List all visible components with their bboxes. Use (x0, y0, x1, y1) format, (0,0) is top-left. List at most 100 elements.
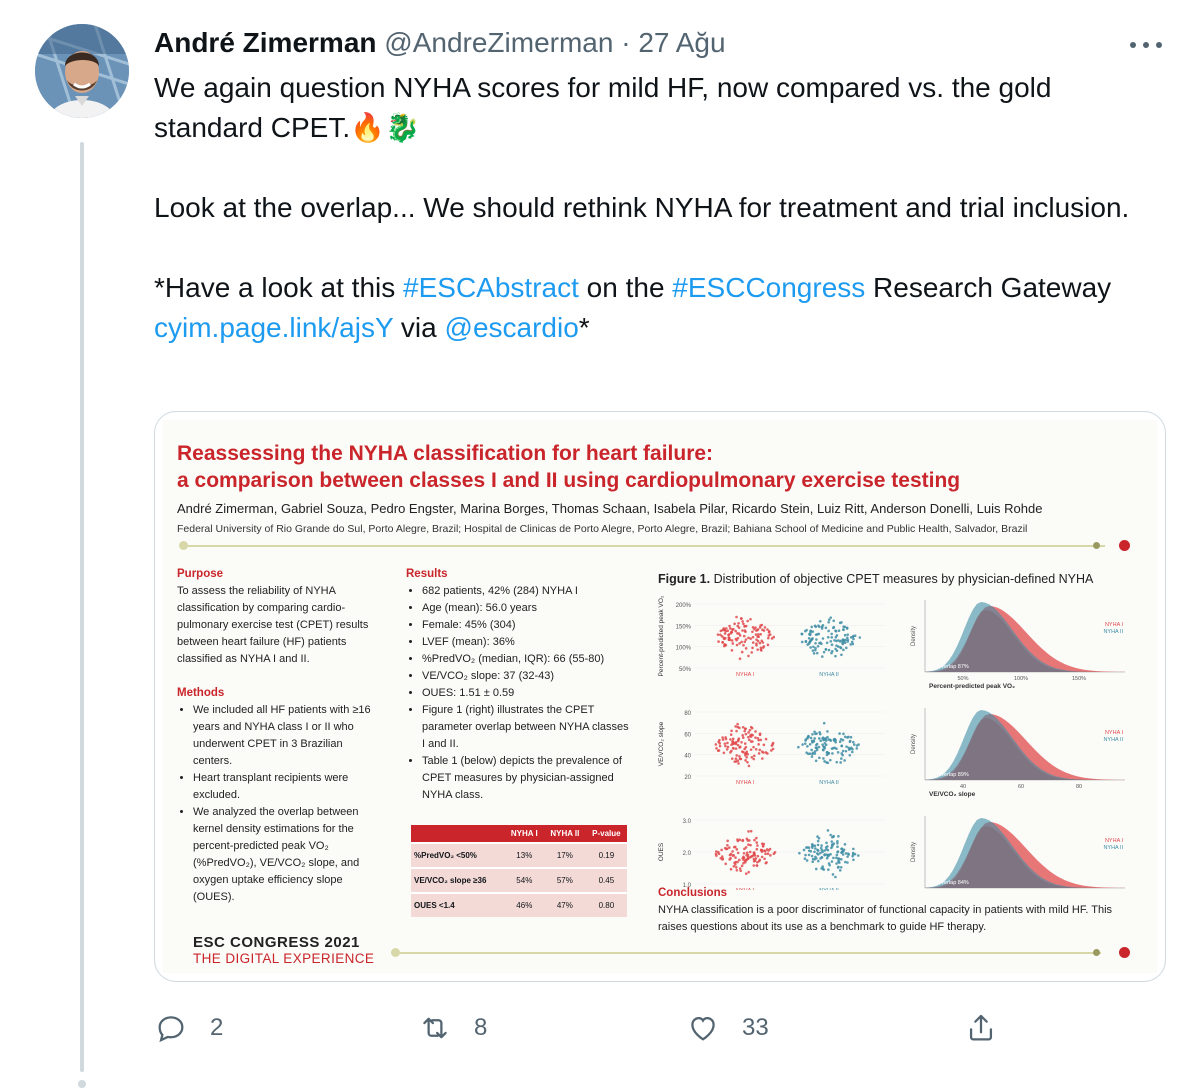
swarm-point-nyha1 (729, 867, 733, 871)
swarm-y-tick: 150% (676, 624, 692, 630)
swarm-point-nyha2 (814, 732, 817, 736)
swarm-point-nyha1 (762, 629, 766, 632)
swarm-point-nyha2 (826, 845, 829, 848)
swarm-point-nyha1 (738, 867, 742, 870)
swarm-point-nyha2 (813, 844, 817, 848)
swarm-point-nyha2 (831, 835, 834, 839)
retweet-button[interactable]: 8 (418, 1008, 487, 1048)
swarm-point-nyha1 (743, 742, 747, 745)
swarm-point-nyha1 (735, 643, 739, 647)
swarm-point-nyha1 (736, 739, 740, 743)
swarm-point-nyha1 (735, 866, 738, 869)
avatar[interactable] (35, 24, 129, 118)
swarm-point-nyha2 (818, 641, 821, 645)
share-button[interactable] (964, 1008, 998, 1048)
tweet-paragraph-2: Look at the overlap... We should rethink… (154, 192, 1130, 223)
swarm-point-nyha2 (849, 643, 853, 646)
swarm-point-nyha1 (751, 635, 755, 639)
swarm-point-nyha2 (851, 854, 854, 858)
purpose-section: Purpose To assess the reliability of NYH… (177, 566, 383, 668)
author-name[interactable]: André Zimerman (154, 27, 377, 58)
swarm-point-nyha1 (724, 744, 727, 748)
swarm-point-nyha1 (754, 730, 757, 733)
swarm-point-nyha1 (732, 747, 735, 750)
more-options-icon[interactable] (1128, 36, 1164, 56)
hashtag-esccongress[interactable]: #ESCCongress (672, 272, 865, 303)
swarm-point-nyha1 (758, 748, 762, 752)
external-link[interactable]: cyim.page.link/ajsY (154, 312, 393, 343)
swarm-point-nyha1 (734, 863, 737, 866)
like-button[interactable]: 33 (686, 1008, 769, 1048)
swarm-point-nyha1 (736, 759, 740, 763)
reply-button[interactable]: 2 (154, 1008, 223, 1048)
swarm-point-nyha1 (735, 729, 738, 733)
reply-count: 2 (210, 1014, 224, 1041)
swarm-point-nyha1 (766, 643, 770, 647)
swarm-point-nyha1 (755, 643, 758, 647)
swarm-point-nyha1 (747, 731, 750, 734)
swarm-point-nyha1 (754, 633, 758, 636)
tweet-text: We again question NYHA scores for mild H… (154, 68, 1154, 348)
swarm-point-nyha1 (760, 855, 764, 859)
swarm-y-tick: 200% (676, 603, 692, 609)
swarm-point-nyha2 (852, 637, 855, 641)
hashtag-escabstract[interactable]: #ESCAbstract (403, 272, 579, 303)
swarm-group-label: NYHA I (736, 672, 755, 678)
swarm-point-nyha2 (837, 629, 841, 633)
swarm-point-nyha2 (828, 863, 831, 867)
density-x-tick: 50% (957, 676, 968, 682)
results-item: Figure 1 (right) illustrates the CPET pa… (422, 702, 631, 753)
swarm-point-nyha1 (772, 635, 776, 639)
swarm-point-nyha2 (816, 843, 820, 847)
author-handle[interactable]: @AndreZimerman (384, 27, 613, 58)
swarm-point-nyha2 (821, 737, 824, 740)
swarm-point-nyha1 (717, 852, 721, 856)
swarm-point-nyha2 (830, 747, 834, 750)
swarm-point-nyha2 (815, 852, 819, 855)
swarm-point-nyha1 (748, 728, 752, 732)
swarm-point-nyha1 (751, 641, 755, 644)
swarm-point-nyha2 (845, 646, 848, 650)
swarm-point-nyha2 (818, 732, 822, 736)
figure-caption: Figure 1. Distribution of objective CPET… (658, 572, 1093, 586)
swarm-point-nyha2 (808, 743, 812, 746)
swarm-point-nyha1 (736, 838, 739, 841)
swarm-y-tick: 3.0 (683, 819, 692, 825)
swarm-point-nyha1 (749, 740, 753, 743)
swarm-point-nyha1 (722, 751, 726, 755)
swarm-point-nyha1 (749, 748, 753, 751)
swarm-point-nyha2 (831, 752, 834, 755)
swarm-point-nyha1 (758, 732, 762, 736)
swarm-point-nyha2 (830, 643, 834, 647)
swarm-point-nyha1 (739, 745, 742, 749)
swarm-point-nyha1 (718, 744, 722, 748)
swarm-point-nyha1 (740, 741, 743, 744)
swarm-point-nyha1 (738, 754, 741, 758)
retweet-count: 8 (474, 1014, 488, 1041)
mention-escardio[interactable]: @escardio (445, 312, 579, 343)
tweet-text-segment: via (393, 312, 445, 343)
swarm-point-nyha1 (731, 737, 735, 741)
swarm-point-nyha1 (740, 640, 743, 644)
swarm-point-nyha1 (726, 741, 729, 745)
figure-label: Figure 1. (658, 572, 711, 586)
swarm-point-nyha1 (744, 638, 748, 641)
swarm-point-nyha2 (825, 841, 828, 845)
swarm-point-nyha1 (758, 858, 762, 862)
legend-nyha1: NYHA I (1105, 730, 1124, 736)
swarm-point-nyha2 (842, 648, 845, 652)
swarm-point-nyha1 (741, 734, 744, 737)
swarm-point-nyha2 (830, 632, 833, 636)
density-y-label: Density (911, 626, 917, 646)
tweet-media-image[interactable]: Reassessing the NYHA classification for … (154, 411, 1166, 982)
swarm-point-nyha1 (751, 733, 755, 737)
swarm-point-nyha2 (797, 745, 800, 749)
swarm-point-nyha1 (738, 757, 742, 761)
swarm-point-nyha2 (814, 633, 818, 637)
swarm-point-nyha1 (728, 624, 731, 628)
table-header: NYHA I (504, 825, 544, 843)
swarm-point-nyha2 (836, 845, 839, 848)
swarm-point-nyha2 (834, 740, 837, 744)
tweet-date[interactable]: 27 Ağu (638, 27, 725, 58)
swarm-y-tick: 40 (684, 754, 691, 760)
